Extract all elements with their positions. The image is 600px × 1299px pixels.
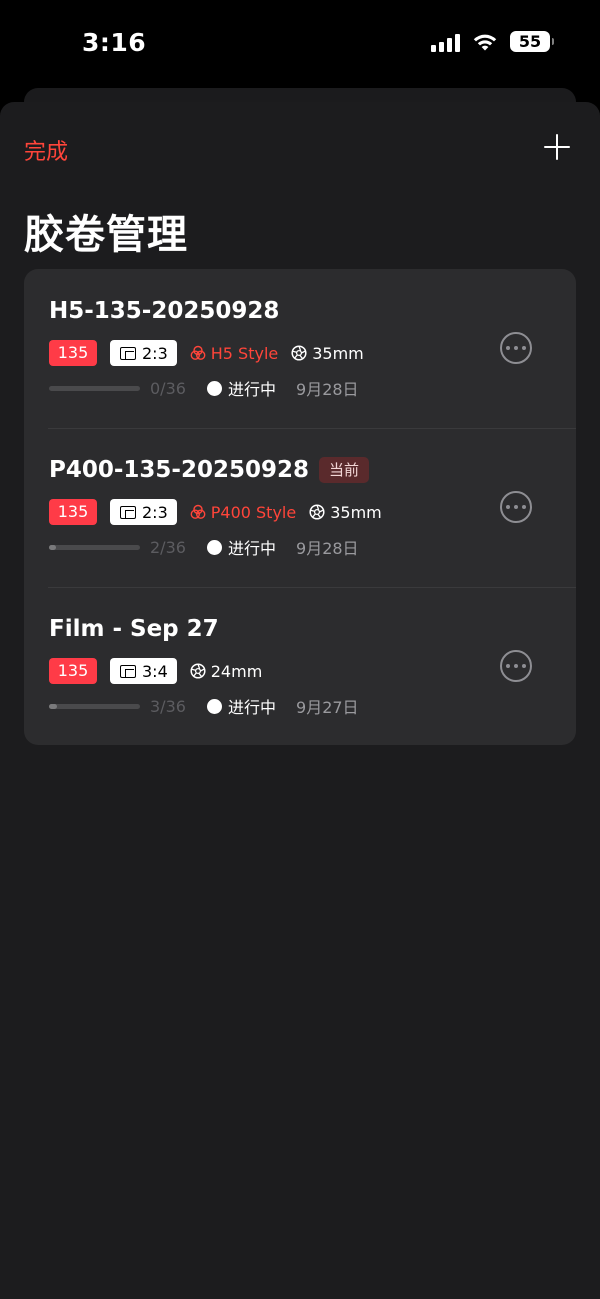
aspect-ratio-icon <box>120 664 136 678</box>
roll-tags: 135 2:3 H5 Style 35mm <box>49 340 364 366</box>
roll-title: H5-135-20250928 <box>49 298 279 324</box>
format-tag: 135 <box>49 340 97 366</box>
done-button[interactable]: 完成 <box>24 134 68 166</box>
ratio-label: 3:4 <box>142 661 168 681</box>
roll-title: P400-135-20250928 当前 <box>49 457 370 483</box>
ratio-tag: 2:3 <box>110 499 177 525</box>
status-dot-icon <box>207 698 222 714</box>
wifi-icon <box>472 32 498 52</box>
aperture-icon <box>291 345 307 361</box>
film-roll-list: H5-135-20250928 135 2:3 H5 Style 35mm 0/… <box>24 269 576 745</box>
frame-progress-fill <box>49 703 57 709</box>
roll-date: 9月28日 <box>296 380 359 399</box>
roll-status: 进行中 <box>228 380 277 399</box>
frame-progress-bar <box>49 703 140 709</box>
roll-title: Film - Sep 27 <box>49 616 219 642</box>
page-title: 胶卷管理 <box>24 212 188 258</box>
roll-status: 进行中 <box>228 539 277 558</box>
style-tag: H5 Style <box>190 344 278 363</box>
aspect-ratio-icon <box>120 505 136 519</box>
lens-label: 35mm <box>312 343 364 363</box>
battery-icon: 55 <box>510 31 554 52</box>
lens-tag: 35mm <box>309 503 382 522</box>
status-dot-icon <box>207 539 222 555</box>
film-roll-row[interactable]: H5-135-20250928 135 2:3 H5 Style 35mm 0/… <box>24 269 576 428</box>
lens-tag: 35mm <box>291 344 364 363</box>
frame-progress-bar <box>49 544 140 550</box>
roll-date: 9月27日 <box>296 698 359 717</box>
current-badge: 当前 <box>319 457 370 483</box>
more-icon[interactable] <box>500 332 532 364</box>
aperture-icon <box>309 504 325 520</box>
status-bar: 3:16 55 <box>0 0 600 90</box>
frame-progress-text: 0/36 <box>150 378 186 398</box>
ratio-tag: 2:3 <box>110 340 177 366</box>
film-roll-row[interactable]: Film - Sep 27 135 3:4 24mm 3/36 进行中 9月27… <box>24 587 576 745</box>
roll-name: P400-135-20250928 <box>49 457 309 483</box>
aspect-ratio-icon <box>120 346 136 360</box>
lens-label: 35mm <box>330 502 382 522</box>
lens-label: 24mm <box>210 661 263 681</box>
film-roll-sheet: 完成 胶卷管理 H5-135-20250928 135 2:3 H5 Style… <box>0 102 600 1299</box>
more-icon[interactable] <box>500 650 532 682</box>
roll-name: H5-135-20250928 <box>49 298 280 324</box>
roll-tags: 135 3:4 24mm <box>49 658 262 684</box>
roll-status: 进行中 <box>228 698 277 717</box>
style-label: P400 Style <box>210 502 297 522</box>
frame-progress-bar <box>49 385 140 391</box>
film-style-icon <box>190 504 206 519</box>
roll-meta: 3/36 进行中 9月27日 <box>49 695 359 717</box>
lens-tag: 24mm <box>190 661 263 681</box>
roll-tags: 135 2:3 P400 Style 35mm <box>49 499 382 525</box>
frame-progress-text: 2/36 <box>150 537 186 557</box>
more-icon[interactable] <box>500 491 532 523</box>
ratio-label: 2:3 <box>142 502 168 522</box>
frame-progress-fill <box>49 544 57 550</box>
ratio-tag: 3:4 <box>110 658 177 684</box>
roll-meta: 0/36 进行中 9月28日 <box>49 377 359 399</box>
film-style-icon <box>190 345 206 360</box>
status-indicators: 55 <box>431 31 554 52</box>
status-time: 3:16 <box>82 28 147 57</box>
ratio-label: 2:3 <box>142 343 168 363</box>
roll-name: Film - Sep 27 <box>49 616 219 642</box>
style-tag: P400 Style <box>190 503 296 522</box>
plus-icon[interactable] <box>542 132 572 162</box>
format-tag: 135 <box>49 658 97 684</box>
status-dot-icon <box>207 380 222 396</box>
cellular-signal-icon <box>431 32 460 52</box>
roll-date: 9月28日 <box>296 539 359 558</box>
format-tag: 135 <box>49 499 97 525</box>
style-label: H5 Style <box>210 343 279 363</box>
film-roll-row[interactable]: P400-135-20250928 当前 135 2:3 P400 Style <box>24 428 576 587</box>
roll-meta: 2/36 进行中 9月28日 <box>49 536 359 558</box>
aperture-icon <box>190 663 206 679</box>
frame-progress-text: 3/36 <box>150 696 186 716</box>
